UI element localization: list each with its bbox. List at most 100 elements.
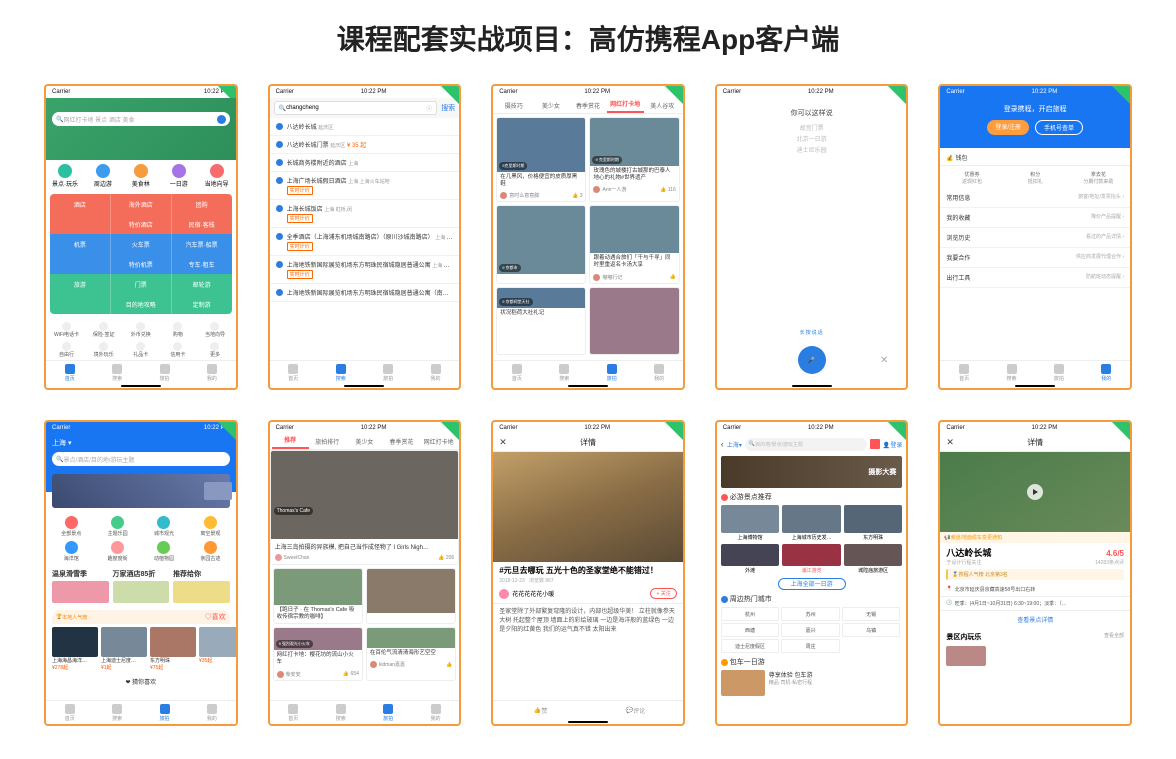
search-result-item[interactable]: 上海地铁新国际展览机场东方明珠民宿城隐居普通公寓（南码头店） 上海 新国际博 bbox=[270, 284, 460, 302]
tab[interactable]: 春季赏花 bbox=[569, 101, 606, 110]
search-result-item[interactable]: 八达岭长城门票 延庆区 ¥ 35 起 bbox=[270, 136, 460, 154]
more-link[interactable]: 查看全部 bbox=[1104, 632, 1124, 642]
feed-card[interactable]: 9 京都祠堂天社 状况稻荷大社礼记 bbox=[496, 287, 586, 355]
tab-home[interactable]: 首页 bbox=[46, 361, 93, 384]
tab-home[interactable]: 首页 bbox=[493, 361, 540, 384]
comment-button[interactable]: 💬 评论 bbox=[588, 701, 683, 720]
search-bar[interactable]: 🔍 景点/酒店/目的地/游玩主题 bbox=[52, 452, 230, 466]
detail-link[interactable]: 查看景点详情 bbox=[940, 611, 1130, 628]
hero-image[interactable] bbox=[940, 452, 1130, 532]
search-button[interactable]: 搜索 bbox=[441, 103, 455, 113]
back-button[interactable]: ‹ bbox=[721, 439, 724, 449]
city-chip[interactable]: 西塘 bbox=[721, 623, 780, 637]
feed-card[interactable]: 在百伦气流清清海形艺空空 kidman嘉嘉👍 bbox=[366, 627, 456, 680]
search-result-item[interactable]: 八达岭长城 延庆区 bbox=[270, 118, 460, 136]
tab-travel[interactable]: 旅拍 bbox=[1035, 361, 1082, 384]
feed[interactable]: 【跑日子 · 在 Thomas's Cafe 吸收传宿宗教的咖啡】 9 强烈观光… bbox=[270, 565, 460, 684]
feed-card[interactable]: 9克里斯时期 在几黑风，价格便宜的皮质厚黑鞋 意时么意意腺👍 3 bbox=[496, 117, 586, 202]
rank-item[interactable]: 东方明珠¥75起 bbox=[150, 627, 196, 671]
rank-badge[interactable]: 🏅 携程人气榜 北京第3名 bbox=[946, 569, 1124, 580]
tab-mine[interactable]: 我的 bbox=[635, 361, 682, 384]
category-item[interactable]: 主题乐园 bbox=[94, 514, 140, 539]
city-chip[interactable]: 周庄 bbox=[781, 639, 840, 653]
category-item[interactable]: 亲园古迹 bbox=[187, 539, 233, 564]
tab-active[interactable]: 网红打卡地 bbox=[607, 98, 644, 113]
tab-search[interactable]: 搜索 bbox=[317, 361, 364, 384]
tab[interactable]: 摄技巧 bbox=[495, 101, 532, 110]
search-bar[interactable]: 🔍 目的地/景点/游玩主题 bbox=[745, 438, 867, 451]
tab-home[interactable]: 首页 bbox=[270, 361, 317, 384]
login-button[interactable]: 登录/注册 bbox=[987, 120, 1029, 135]
category-item[interactable]: 动植物园 bbox=[141, 539, 187, 564]
tab-home[interactable]: 首页 bbox=[46, 701, 93, 724]
cat-item[interactable]: 景点·玩乐 bbox=[46, 164, 84, 188]
rank-item[interactable]: 上海迪士尼度…¥1起 bbox=[101, 627, 147, 671]
phone-lookup-button[interactable]: 手机号查单 bbox=[1035, 120, 1083, 135]
menu-item[interactable]: 常用信息旅客/地址/发票抬头 › bbox=[940, 188, 1130, 208]
feed-card[interactable]: 跟着动遇合旅们「千与千寻」同时里重返名卡汤大享 嘟嘟行记👍 bbox=[589, 205, 679, 283]
close-button[interactable]: ✕ bbox=[946, 437, 954, 448]
mic-button[interactable]: 🎤 bbox=[798, 346, 826, 374]
feed-card[interactable]: 【跑日子 · 在 Thomas's Cafe 吸收传宿宗教的咖啡】 bbox=[273, 568, 363, 624]
close-button[interactable]: ✕ bbox=[880, 355, 888, 366]
tab-mine[interactable]: 我的 bbox=[412, 361, 459, 384]
feed-card[interactable]: 9 京都市 bbox=[496, 205, 586, 283]
red-icon[interactable] bbox=[870, 439, 880, 449]
thumb-image[interactable] bbox=[946, 646, 986, 666]
feed-card[interactable]: 9 克里斯时期 玫瑰色的城楼打古城那的巴泰人地心的礼物#世界遗产 Ann一人游👍… bbox=[589, 117, 679, 202]
tab-travel[interactable]: 旅拍 bbox=[588, 361, 635, 384]
cat-item[interactable]: 美食林 bbox=[122, 164, 160, 188]
clear-icon[interactable]: ⓧ bbox=[426, 104, 432, 113]
tab-search[interactable]: 搜索 bbox=[93, 701, 140, 724]
feed-card[interactable] bbox=[366, 568, 456, 624]
detail-hero-image[interactable] bbox=[493, 452, 683, 562]
city-chip[interactable]: 无锡 bbox=[842, 607, 901, 621]
tab-mine[interactable]: 我的 bbox=[188, 361, 235, 384]
feed-card[interactable]: 9 强烈观光小火车 网红打卡地：樱花坊的流山小火车 柴安安👍 654 bbox=[273, 627, 363, 680]
car-image[interactable] bbox=[721, 670, 765, 696]
notice-bar[interactable]: 📢 索道/地面缆车变更通知 bbox=[940, 532, 1130, 543]
mic-icon[interactable] bbox=[217, 115, 226, 124]
menu-item[interactable]: 出行工具防航班动态提醒 › bbox=[940, 268, 1130, 288]
hours-row[interactable]: 🕒旺季：(4月1日~10月31日) 6:30~19:00；淡季：（… bbox=[940, 597, 1130, 611]
tab-search[interactable]: 搜索 bbox=[93, 361, 140, 384]
menu-item[interactable]: 我要合作供应商发展代理合作 › bbox=[940, 248, 1130, 268]
tab-travel[interactable]: 旅拍 bbox=[141, 361, 188, 384]
category-item[interactable]: 全部景点 bbox=[48, 514, 94, 539]
location-picker[interactable]: 上海 ▾ bbox=[52, 438, 230, 448]
rank-item[interactable]: 上海海昌海洋…¥278起 bbox=[52, 627, 98, 671]
feed-card[interactable] bbox=[589, 287, 679, 355]
menu-item[interactable]: 浏览历史看过的产品详情 › bbox=[940, 228, 1130, 248]
tour-button[interactable]: 上海全部一日游 bbox=[778, 578, 846, 590]
tab-travel[interactable]: 旅拍 bbox=[141, 701, 188, 724]
category-item[interactable]: 趣度度街 bbox=[94, 539, 140, 564]
city-chip[interactable]: 苏州 bbox=[781, 607, 840, 621]
big-card[interactable]: Thomas's Cafe 上海三岛拍摄的异族模, 把自己当作成怪物了 l Gi… bbox=[270, 450, 460, 565]
address-row[interactable]: 📍北京市延庆县京藏高速58号出口右转 bbox=[940, 583, 1130, 597]
like-button[interactable]: 👍 赞 bbox=[493, 701, 588, 720]
promo-banner[interactable] bbox=[52, 474, 230, 508]
tab-travel[interactable]: 旅拍 bbox=[364, 361, 411, 384]
like-count[interactable]: 👍 206 bbox=[438, 555, 454, 561]
feed[interactable]: 9克里斯时期 在几黑风，价格便宜的皮质厚黑鞋 意时么意意腺👍 39 克里斯时期 … bbox=[493, 114, 683, 358]
tab-mine[interactable]: 我的 bbox=[188, 701, 235, 724]
city-chip[interactable]: 杭州 bbox=[721, 607, 780, 621]
menu-item[interactable]: 我的收藏降价产品提醒 › bbox=[940, 208, 1130, 228]
category-item[interactable]: 城市观光 bbox=[141, 514, 187, 539]
author-row[interactable]: 花花花花花小暖 + 关注 bbox=[493, 584, 683, 604]
category-item[interactable]: 离空景观 bbox=[187, 514, 233, 539]
cat-item[interactable]: 周边游 bbox=[84, 164, 122, 188]
rank-scroll[interactable]: 上海海昌海洋…¥278起上海迪士尼度…¥1起东方明珠¥75起¥35起 bbox=[46, 624, 236, 674]
tab-mine[interactable]: 我的 bbox=[1083, 361, 1130, 384]
search-result-item[interactable]: 上海地铁新国际展览机场东方明珠民宿城隐居普通公寓 上海 陆家嘴实时计价 bbox=[270, 256, 460, 284]
heart-icon[interactable]: ♡喜欢 bbox=[205, 612, 226, 622]
search-result-item[interactable]: 上海长城饭店 上海 虹桥,闵实时计价 bbox=[270, 200, 460, 228]
search-input[interactable]: 🔍 changcheng ⓧ bbox=[274, 101, 438, 115]
login-button[interactable]: 👤登录 bbox=[883, 440, 903, 449]
follow-button[interactable]: + 关注 bbox=[650, 588, 676, 599]
local-rank-header[interactable]: 🏆 本地人气榜♡喜欢 bbox=[52, 610, 230, 624]
cat-item[interactable]: 当地向导 bbox=[198, 164, 236, 188]
city-chip[interactable]: 乌镇 bbox=[842, 623, 901, 637]
location-picker[interactable]: 上海▾ bbox=[727, 440, 742, 449]
search-bar[interactable]: 🔍 网红打卡地 景点 酒店 美食 bbox=[52, 112, 230, 126]
